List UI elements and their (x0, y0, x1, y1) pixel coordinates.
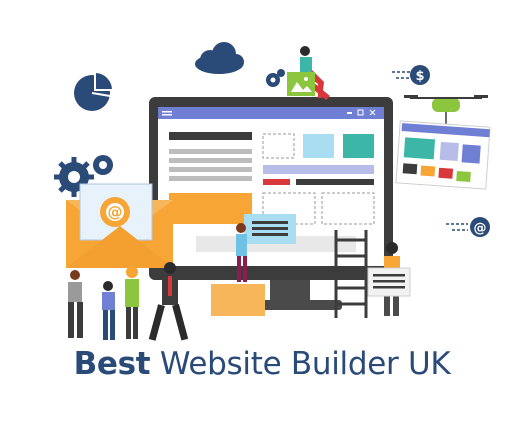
orange-box (211, 284, 265, 316)
group-of-people (68, 262, 189, 341)
monitor (149, 97, 393, 310)
title-rest: Website Builder UK (150, 346, 451, 382)
dollar-badge-icon: $ (392, 65, 430, 85)
person-on-monitor (287, 46, 330, 100)
cloud-icon (195, 42, 244, 74)
title-bold: Best (73, 346, 151, 382)
page-title: Best Website Builder UK (0, 346, 524, 382)
floating-text-card (244, 214, 296, 244)
pie-chart-icon (74, 70, 115, 111)
email-at-glyph: @ (108, 203, 123, 221)
drone-icon (404, 95, 488, 124)
dollar-glyph: $ (415, 69, 424, 84)
web-page-card (395, 120, 491, 190)
at-glyph: @ (474, 221, 487, 236)
at-badge-icon: @ (446, 217, 490, 237)
